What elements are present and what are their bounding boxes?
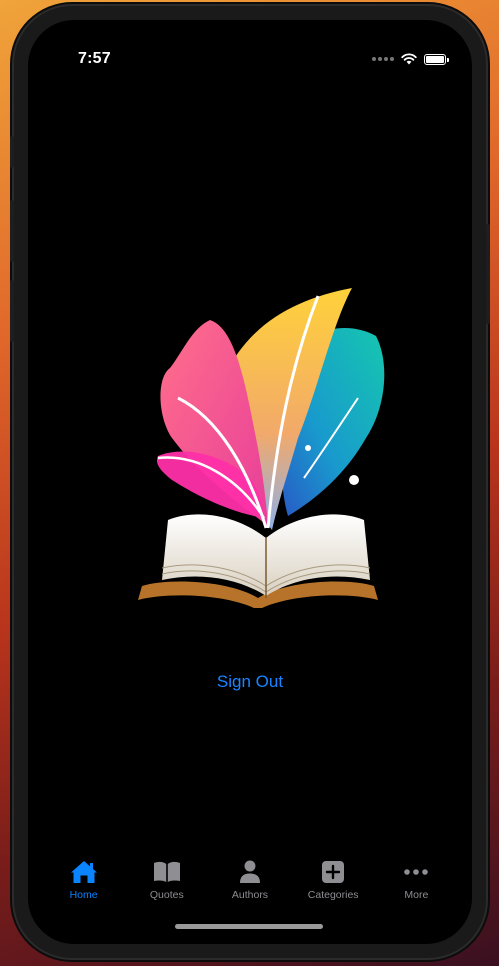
volume-up-button xyxy=(10,200,14,262)
volume-down-button xyxy=(10,280,14,342)
plus-square-icon xyxy=(322,861,345,883)
device-frame: 7:57 Sign Out Home Quotes Authors Catego… xyxy=(10,6,490,958)
tab-bar: Home Quotes Authors Categories More xyxy=(28,858,472,908)
cellular-icon xyxy=(372,57,394,61)
wifi-icon xyxy=(401,53,417,65)
tab-label: Quotes xyxy=(149,889,184,901)
status-time: 7:57 xyxy=(78,50,111,67)
power-button xyxy=(486,224,490,324)
tab-quotes[interactable]: Quotes xyxy=(132,858,202,908)
book-icon xyxy=(153,861,180,882)
battery-icon xyxy=(424,53,449,65)
app-logo xyxy=(138,288,385,608)
tab-label: Home xyxy=(69,889,98,901)
person-icon xyxy=(239,860,260,883)
tab-more[interactable]: More xyxy=(381,858,451,908)
tab-home[interactable]: Home xyxy=(49,858,119,908)
screen: 7:57 Sign Out Home Quotes Authors Catego… xyxy=(28,20,472,944)
tab-authors[interactable]: Authors xyxy=(215,858,285,908)
ellipsis-icon xyxy=(404,869,429,875)
status-icons xyxy=(372,53,449,65)
house-icon xyxy=(70,861,97,883)
tab-label: Categories xyxy=(307,889,359,901)
sign-out-button[interactable]: Sign Out xyxy=(28,672,472,692)
tab-label: More xyxy=(404,889,429,901)
tab-categories[interactable]: Categories xyxy=(298,858,368,908)
home-indicator[interactable] xyxy=(175,924,323,929)
mute-switch xyxy=(10,136,14,168)
tab-label: Authors xyxy=(231,889,269,901)
